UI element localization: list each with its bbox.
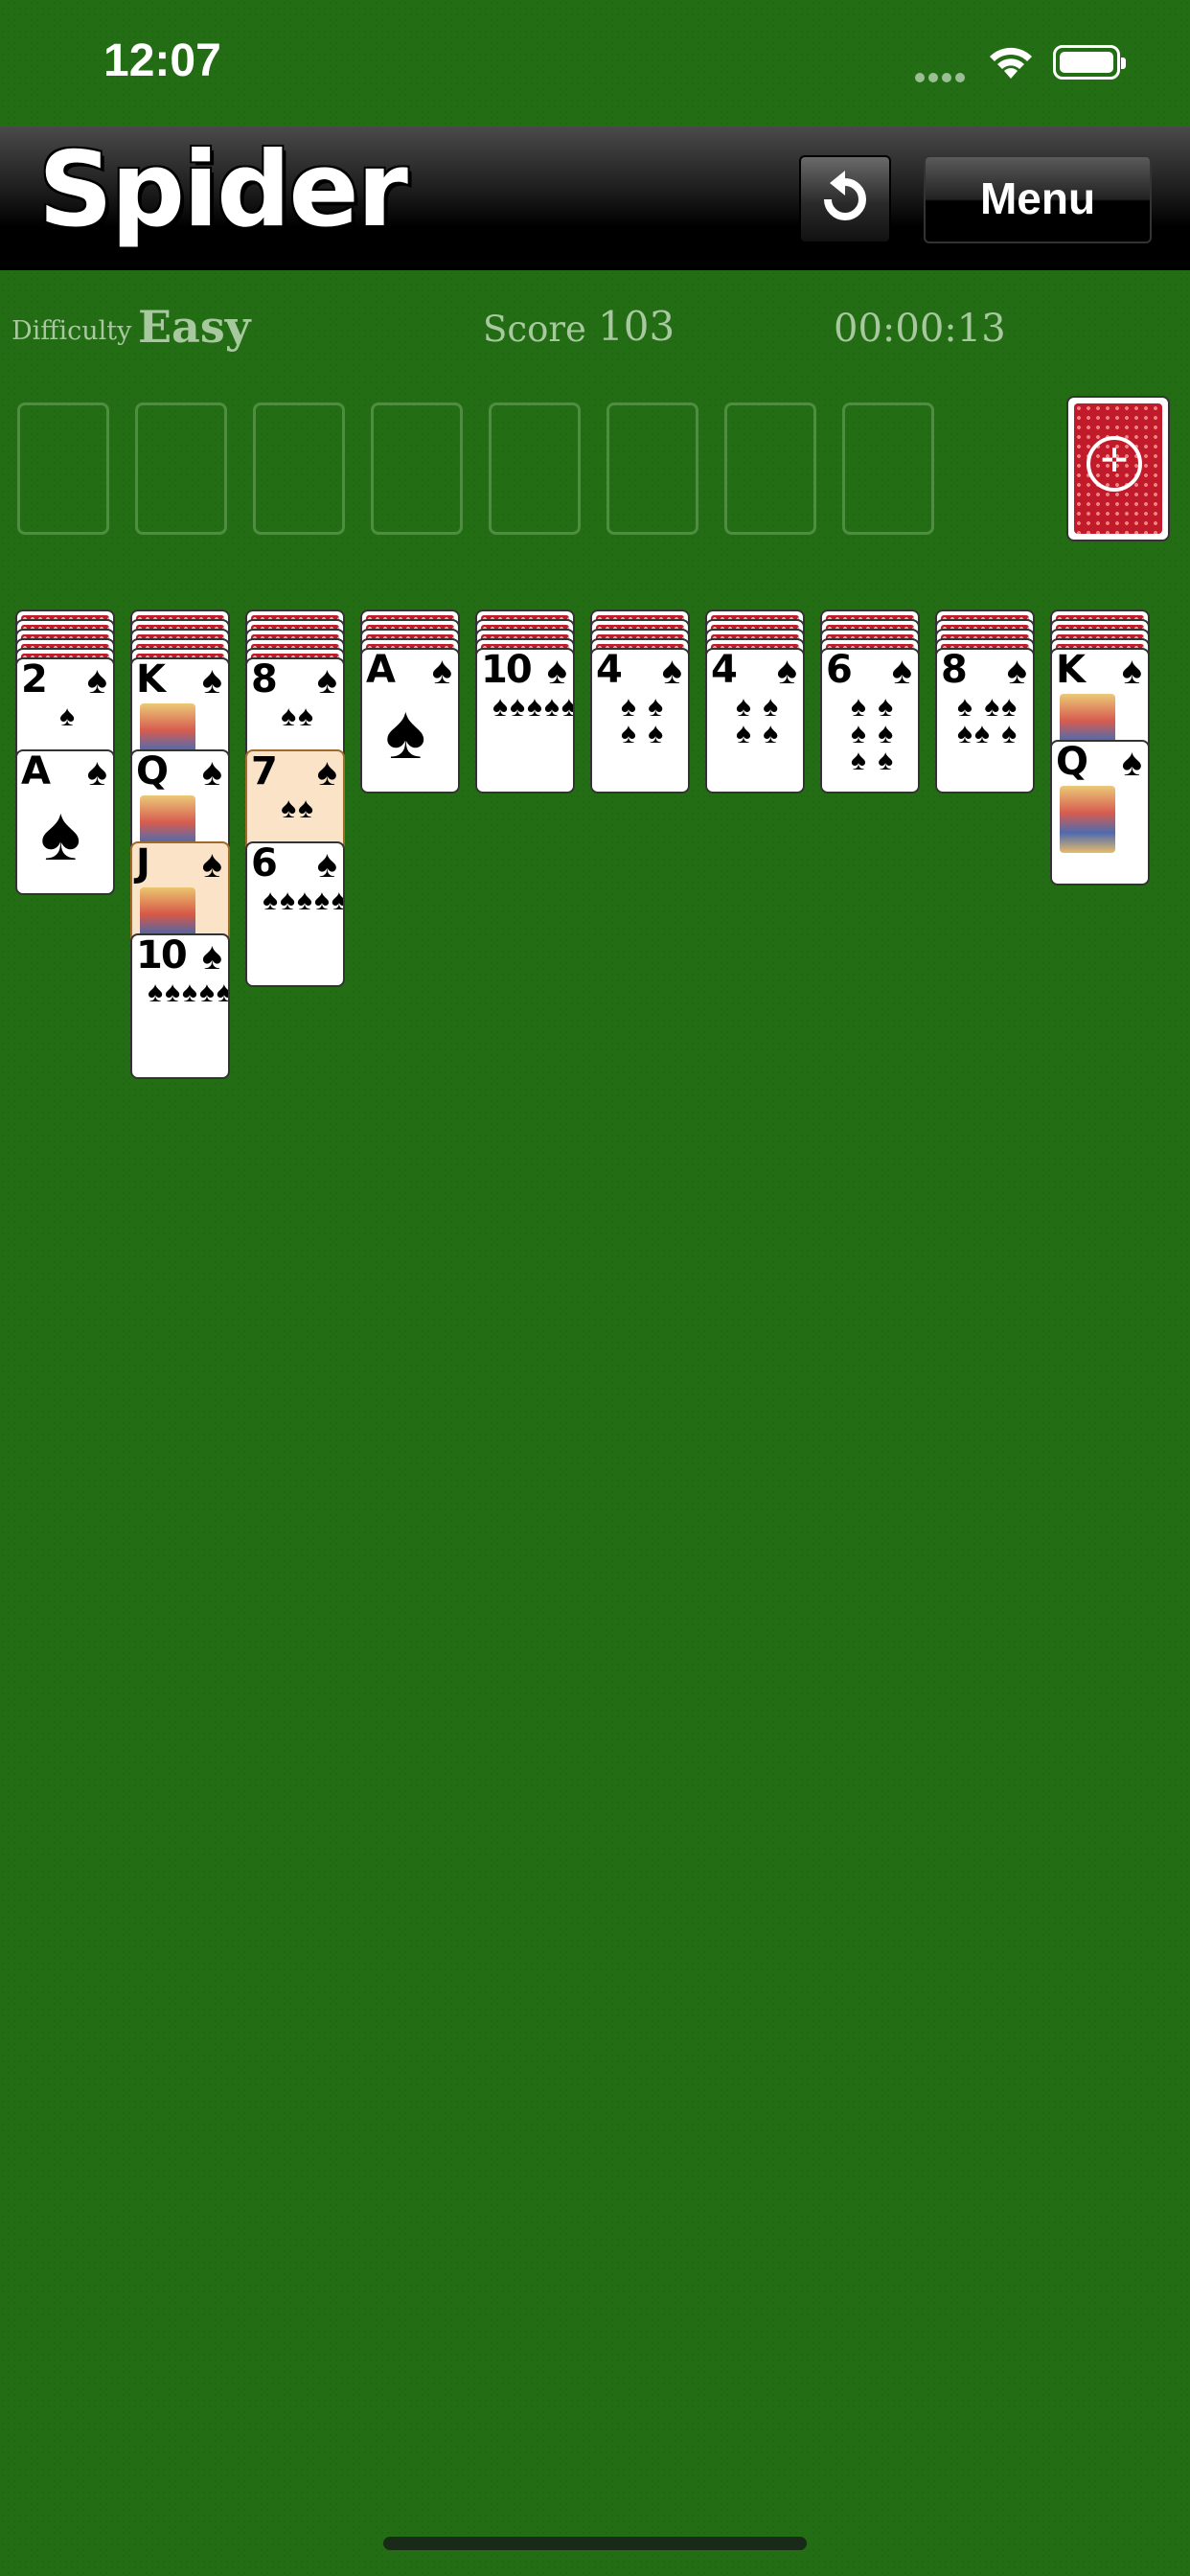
top-toolbar: Spider Menu (0, 126, 1190, 270)
card-rank: 6 (251, 841, 278, 886)
card-rank: 8 (941, 648, 968, 692)
foundation-slot (724, 402, 816, 535)
playing-card[interactable]: 4 ♠ ♠ ♠ ♠ ♠ (590, 648, 690, 794)
battery-icon (1053, 45, 1126, 80)
card-rank: 2 (21, 657, 48, 702)
spade-icon: ♠ (201, 935, 222, 978)
card-pips: ♠♠♠♠♠ (263, 885, 345, 916)
playing-card[interactable]: Q ♠ (1050, 740, 1150, 886)
card-rank: 10 (136, 933, 188, 978)
undo-button[interactable] (799, 155, 891, 243)
card-rank: 6 (826, 648, 853, 692)
difficulty-value: Easy (138, 301, 251, 353)
playing-card[interactable]: 4 ♠ ♠ ♠ ♠ ♠ (705, 648, 805, 794)
card-pips: ♠ ♠♠ ♠♠ ♠ (956, 691, 1019, 749)
card-rank: A (366, 648, 396, 692)
spade-icon: ♠ (1121, 650, 1142, 692)
card-pips: ♠♠ (281, 793, 315, 824)
spade-icon: ♠ (891, 650, 912, 692)
home-indicator[interactable] (383, 2537, 807, 2550)
playing-card[interactable]: A ♠ ♠ (15, 749, 115, 895)
wifi-icon (987, 42, 1035, 85)
status-bar: 12:07 (0, 0, 1190, 126)
foundation-slot (606, 402, 698, 535)
cellular-signal-icon (915, 70, 969, 87)
card-rank: K (1056, 648, 1086, 692)
spade-icon: ♠ (661, 650, 682, 692)
card-pips: ♠♠ (281, 701, 315, 732)
spade-icon: ♠ (86, 751, 107, 794)
card-pips: ♠♠♠♠♠♠♠♠ (148, 977, 228, 1008)
spade-icon: ♠ (316, 751, 337, 794)
spade-icon: ♠ (776, 650, 797, 692)
card-rank: A (21, 749, 51, 794)
card-rank: 4 (711, 648, 738, 692)
foundation-slot (371, 402, 463, 535)
card-rank: 7 (251, 749, 278, 794)
spade-icon: ♠ (201, 659, 222, 702)
card-rank: Q (136, 749, 169, 794)
game-timer: 00:00:13 (834, 307, 1006, 351)
playing-card[interactable]: 8 ♠ ♠ ♠♠ ♠♠ ♠ (935, 648, 1035, 794)
card-rank: 10 (481, 648, 533, 692)
ace-spade-icon: ♠ (385, 689, 426, 774)
spade-icon: ♠ (546, 650, 567, 692)
foundation-slot (17, 402, 109, 535)
spade-icon: ♠ (316, 843, 337, 886)
card-rank: 8 (251, 657, 278, 702)
court-figure-icon (1060, 786, 1115, 853)
menu-button[interactable]: Menu (924, 155, 1152, 243)
card-rank: 4 (596, 648, 623, 692)
card-pips: ♠ ♠ ♠ ♠ ♠ ♠ (850, 691, 896, 776)
playing-card[interactable]: 10♠♠♠♠♠♠♠♠♠ (130, 933, 230, 1079)
card-pips: ♠ ♠ ♠ ♠ (620, 691, 666, 749)
spade-icon: ♠ (1006, 650, 1027, 692)
card-rank: J (136, 841, 150, 886)
undo-icon (824, 171, 866, 220)
status-time: 12:07 (103, 35, 221, 86)
card-pips: ♠ (59, 701, 77, 732)
card-pips: ♠♠♠♠♠♠ (492, 691, 573, 723)
spade-icon: ♠ (86, 659, 107, 702)
spade-icon: ♠ (316, 659, 337, 702)
score-value: 103 (598, 303, 675, 350)
spade-icon: ♠ (201, 843, 222, 886)
playing-card[interactable]: 10♠♠♠♠♠♠♠ (475, 648, 575, 794)
foundation-slot (253, 402, 345, 535)
playing-card[interactable]: A ♠ ♠ (360, 648, 460, 794)
card-pips: ♠ ♠ ♠ ♠ (735, 691, 781, 749)
ace-spade-icon: ♠ (40, 791, 81, 876)
card-rank: Q (1056, 740, 1088, 784)
card-rank: K (136, 657, 166, 702)
playing-card[interactable]: 6 ♠ ♠ ♠ ♠ ♠ ♠ ♠ (820, 648, 920, 794)
stock-pile[interactable] (1066, 396, 1170, 541)
foundation-slot (135, 402, 227, 535)
card-back-emblem-icon (1087, 436, 1142, 492)
spade-icon: ♠ (431, 650, 452, 692)
spade-icon: ♠ (1121, 742, 1142, 784)
difficulty-label: Difficulty (11, 316, 132, 346)
playing-card[interactable]: 6 ♠ ♠♠♠♠♠ (245, 841, 345, 987)
app-title: Spider (38, 130, 408, 250)
score-label: Score (483, 309, 586, 350)
foundation-slot (842, 402, 934, 535)
spade-icon: ♠ (201, 751, 222, 794)
foundation-slot (489, 402, 581, 535)
